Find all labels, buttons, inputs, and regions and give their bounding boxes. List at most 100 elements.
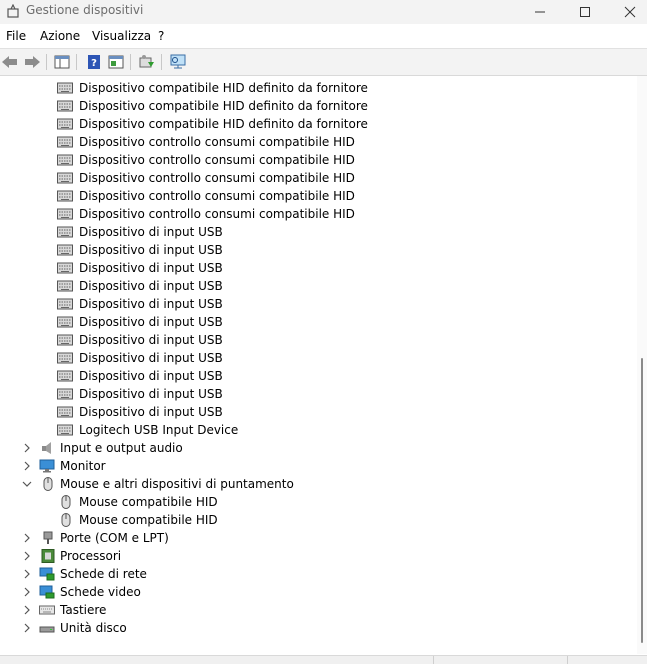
tree-device-label: Dispositivo di input USB	[79, 405, 223, 419]
tree-device-label: Mouse compatibile HID	[79, 513, 218, 527]
tree-device-hid[interactable]: Dispositivo di input USB	[0, 385, 630, 403]
hid-device-icon	[57, 82, 73, 94]
chevron-right-icon[interactable]	[20, 547, 34, 565]
tree-category-label: Schede video	[60, 585, 141, 599]
menu-visualizza[interactable]: Visualizza	[92, 29, 151, 43]
update-driver-button[interactable]	[137, 53, 157, 71]
tree-device-hid[interactable]: Dispositivo controllo consumi compatibil…	[0, 151, 630, 169]
tree-device-label: Dispositivo compatibile HID definito da …	[79, 117, 368, 131]
tree-category-label: Schede di rete	[60, 567, 147, 581]
maximize-button[interactable]	[562, 0, 608, 24]
tree-device-label: Dispositivo di input USB	[79, 243, 223, 257]
tree-device-label: Dispositivo di input USB	[79, 369, 223, 383]
tree-category-processors[interactable]: Processori	[0, 547, 630, 565]
tree-device-hid[interactable]: Dispositivo di input USB	[0, 295, 630, 313]
tree-device-hid[interactable]: Dispositivo di input USB	[0, 223, 630, 241]
tree-device-hid[interactable]: Dispositivo di input USB	[0, 277, 630, 295]
hid-device-icon	[57, 298, 73, 310]
tree-device-label: Dispositivo di input USB	[79, 225, 223, 239]
tree-device-mouse[interactable]: Mouse compatibile HID	[0, 493, 630, 511]
tree-device-hid[interactable]: Dispositivo controllo consumi compatibil…	[0, 187, 630, 205]
properties-pane-button[interactable]	[106, 53, 126, 71]
tree-device-label: Dispositivo controllo consumi compatibil…	[79, 135, 355, 149]
toolbar-separator	[130, 54, 131, 70]
tree-device-hid[interactable]: Dispositivo controllo consumi compatibil…	[0, 205, 630, 223]
title-bar: Gestione dispositivi	[0, 0, 647, 24]
chevron-right-icon[interactable]	[20, 619, 34, 637]
tree-category-disk[interactable]: Unità disco	[0, 619, 630, 637]
tree-category-mouse[interactable]: Mouse e altri dispositivi di puntamento	[0, 475, 630, 493]
tree-category-ports[interactable]: Porte (COM e LPT)	[0, 529, 630, 547]
device-tree[interactable]: Dispositivo compatibile HID definito da …	[0, 76, 637, 654]
toolbar: ?	[0, 48, 647, 76]
hid-device-icon	[57, 370, 73, 382]
scan-hardware-changes-button[interactable]	[168, 53, 188, 71]
tree-device-hid[interactable]: Dispositivo di input USB	[0, 241, 630, 259]
toolbar-separator	[46, 54, 47, 70]
show-hide-console-tree-button[interactable]	[52, 53, 72, 71]
hid-device-icon	[57, 190, 73, 202]
processor-icon	[41, 549, 55, 563]
hid-device-icon	[57, 244, 73, 256]
tree-device-hid[interactable]: Dispositivo compatibile HID definito da …	[0, 115, 630, 133]
forward-button[interactable]	[22, 53, 42, 71]
hid-device-icon	[57, 172, 73, 184]
tree-device-label: Dispositivo di input USB	[79, 297, 223, 311]
tree-device-hid[interactable]: Dispositivo di input USB	[0, 331, 630, 349]
tree-device-label: Logitech USB Input Device	[79, 423, 239, 437]
hid-device-icon	[57, 316, 73, 328]
scan-hardware-changes-icon	[170, 54, 186, 69]
menu-help[interactable]: ?	[158, 29, 164, 43]
tree-device-hid[interactable]: Dispositivo di input USB	[0, 349, 630, 367]
tree-category-label: Porte (COM e LPT)	[60, 531, 169, 545]
chevron-right-icon[interactable]	[20, 565, 34, 583]
tree-category-audio[interactable]: Input e output audio	[0, 439, 630, 457]
close-button[interactable]	[607, 0, 647, 24]
mouse-icon	[61, 495, 71, 509]
scrollbar-thumb[interactable]	[641, 358, 643, 643]
disk-drive-icon	[39, 626, 55, 633]
mouse-icon	[43, 477, 53, 491]
tree-device-hid[interactable]: Dispositivo di input USB	[0, 259, 630, 277]
tree-category-keyboards[interactable]: Tastiere	[0, 601, 630, 619]
chevron-right-icon[interactable]	[20, 457, 34, 475]
window-title: Gestione dispositivi	[26, 3, 144, 17]
tree-device-hid[interactable]: Dispositivo di input USB	[0, 403, 630, 421]
hid-device-icon	[57, 388, 73, 400]
chevron-right-icon[interactable]	[20, 583, 34, 601]
tree-device-hid[interactable]: Dispositivo di input USB	[0, 313, 630, 331]
menu-file[interactable]: File	[6, 29, 26, 43]
tree-device-label: Dispositivo controllo consumi compatibil…	[79, 171, 355, 185]
chevron-right-icon[interactable]	[20, 601, 34, 619]
vertical-scrollbar[interactable]	[637, 76, 647, 654]
forward-arrow-icon	[25, 56, 40, 68]
menu-bar: File Azione Visualizza ?	[0, 26, 647, 46]
menu-azione[interactable]: Azione	[40, 29, 80, 43]
minimize-button[interactable]	[517, 0, 563, 24]
tree-device-hid[interactable]: Dispositivo compatibile HID definito da …	[0, 97, 630, 115]
tree-device-label: Dispositivo controllo consumi compatibil…	[79, 207, 355, 221]
chevron-right-icon[interactable]	[20, 529, 34, 547]
tree-device-hid[interactable]: Dispositivo controllo consumi compatibil…	[0, 169, 630, 187]
help-button[interactable]: ?	[84, 53, 104, 71]
tree-device-hid[interactable]: Logitech USB Input Device	[0, 421, 630, 439]
tree-device-mouse[interactable]: Mouse compatibile HID	[0, 511, 630, 529]
hid-device-icon	[57, 262, 73, 274]
tree-device-label: Dispositivo di input USB	[79, 387, 223, 401]
tree-category-video[interactable]: Schede video	[0, 583, 630, 601]
back-arrow-icon	[2, 56, 17, 68]
chevron-down-icon[interactable]	[20, 475, 34, 493]
tree-device-hid[interactable]: Dispositivo controllo consumi compatibil…	[0, 133, 630, 151]
keyboard-icon	[39, 605, 55, 615]
tree-category-network[interactable]: Schede di rete	[0, 565, 630, 583]
chevron-right-icon[interactable]	[20, 439, 34, 457]
hid-device-icon	[57, 154, 73, 166]
properties-pane-icon	[108, 55, 124, 69]
tree-device-label: Dispositivo di input USB	[79, 351, 223, 365]
tree-category-monitor[interactable]: Monitor	[0, 457, 630, 475]
back-button[interactable]	[0, 53, 20, 71]
update-driver-icon	[139, 55, 154, 68]
tree-category-label: Tastiere	[60, 603, 107, 617]
tree-device-hid[interactable]: Dispositivo compatibile HID definito da …	[0, 79, 630, 97]
tree-device-hid[interactable]: Dispositivo di input USB	[0, 367, 630, 385]
